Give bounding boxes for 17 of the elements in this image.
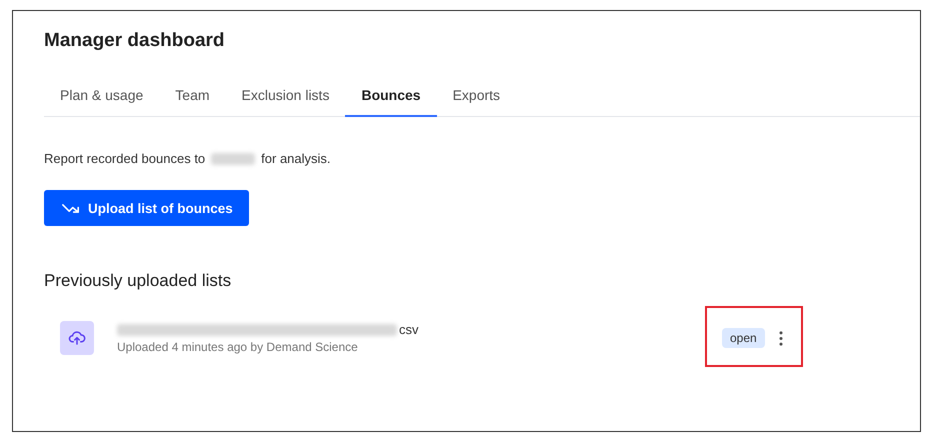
redacted-text <box>211 152 256 164</box>
more-options-icon[interactable] <box>778 330 783 346</box>
description-text: for analysis. <box>261 151 331 166</box>
description-text: Report recorded bounces to <box>44 151 206 166</box>
file-extension: csv <box>399 322 418 337</box>
upload-button[interactable]: Upload list of bounces <box>44 190 249 226</box>
tab[interactable]: Exclusion lists <box>226 77 346 117</box>
upload-info: Uploaded 4 minutes ago by Demand Science <box>117 340 359 354</box>
section-heading: Previously uploaded lists <box>44 271 232 291</box>
trend-arrow-icon <box>62 202 80 214</box>
tab[interactable]: Plan & usage <box>44 77 160 117</box>
tab[interactable]: Bounces <box>345 77 437 117</box>
status-badge: open <box>722 328 765 348</box>
tab[interactable]: Team <box>159 77 226 117</box>
upload-cloud-icon <box>60 321 94 355</box>
page-title: Manager dashboard <box>44 29 226 53</box>
tab[interactable]: Exports <box>436 77 516 117</box>
